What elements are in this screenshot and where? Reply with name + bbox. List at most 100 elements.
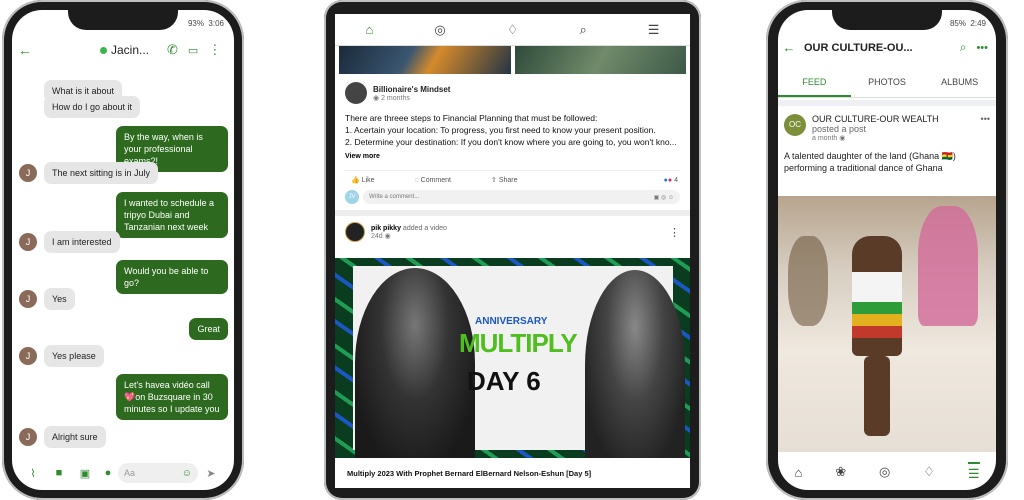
attach-icon[interactable]: ⌇	[20, 467, 46, 480]
contact-avatar[interactable]: J	[19, 347, 37, 365]
chat-icon[interactable]: ◎	[879, 464, 890, 480]
search-icon[interactable]: ⌕	[579, 22, 586, 38]
message-placeholder: Aa	[124, 468, 136, 478]
post1-avatar[interactable]	[345, 82, 367, 104]
microphone-icon[interactable]: ●	[98, 467, 118, 479]
group-post-body: A talented daughter of the land (Ghana 🇬…	[784, 151, 956, 173]
chat-icon[interactable]: ◎	[434, 22, 445, 38]
right-phone: 85% 2:49 ← OUR CULTURE-OU... ⌕ ••• FEED …	[766, 0, 1008, 500]
post2-avatar[interactable]	[345, 222, 365, 242]
post1-body: There are threee steps to Financial Plan…	[345, 113, 677, 147]
groups-icon[interactable]: ❀	[835, 464, 846, 480]
menu-icon[interactable]: ☰	[648, 22, 660, 38]
dancer-body	[852, 236, 902, 356]
menu-icon[interactable]: ☰	[967, 462, 980, 482]
group-avatar[interactable]: OC	[784, 114, 806, 136]
composer-bar: ⌇ ■ ▣ ● Aa ☺ ➤	[12, 460, 234, 486]
share-icon: ⇧	[490, 177, 497, 184]
share-button[interactable]: ⇧ Share	[491, 176, 518, 184]
clock: 3:06	[208, 18, 224, 28]
post2-author[interactable]: pik pikky	[371, 225, 401, 232]
globe-icon: ◉	[839, 135, 846, 142]
background-person	[788, 236, 828, 326]
home-icon[interactable]: ⌂	[366, 22, 374, 37]
group-screen: 85% 2:49 ← OUR CULTURE-OU... ⌕ ••• FEED …	[778, 10, 996, 490]
comment-icon: ◌	[414, 176, 419, 184]
battery-text: 93%	[187, 18, 204, 28]
video-thumbnail[interactable]: Anniversary MULTIPLY DAY 6	[335, 258, 690, 458]
emoji-icon[interactable]: ☺	[182, 468, 192, 479]
phone-call-icon[interactable]: ✆	[167, 42, 178, 58]
left-phone: 93% 3:06 ← Jacin... ✆ ▭ ⋮ What is it abo…	[2, 0, 244, 500]
post2: pik pikky added a video 24d ◉ ⋮	[335, 216, 690, 242]
dance-photo[interactable]	[778, 196, 996, 452]
chat-message[interactable]: Yes	[44, 288, 75, 310]
post1-author[interactable]: Billionaire's Mindset	[373, 85, 450, 94]
chat-message[interactable]: Alright sure	[44, 426, 106, 448]
post1: Billionaire's Mindset ◉ 2 months There a…	[335, 74, 690, 204]
group-header: ← OUR CULTURE-OU... ⌕ •••	[778, 40, 996, 55]
comment-button[interactable]: ◌ Comment	[415, 177, 451, 184]
chat-message[interactable]: Would you be able to go?	[116, 260, 228, 294]
speaker-right-photo	[585, 270, 685, 458]
send-icon[interactable]: ➤	[198, 467, 224, 480]
post1-actions: 👍 Like ◌ Comment ⇧ Share ●● 4	[345, 170, 680, 184]
camera-icon[interactable]: ■	[46, 467, 72, 479]
more-options-icon[interactable]: •••	[976, 42, 988, 54]
home-icon[interactable]: ⌂	[794, 465, 802, 480]
more-options-icon[interactable]: ⋮	[208, 42, 221, 58]
notifications-icon[interactable]: ♢	[507, 22, 519, 38]
post2-options-icon[interactable]: ⋮	[669, 226, 680, 239]
contact-avatar[interactable]: J	[19, 290, 37, 308]
image-icon[interactable]: ▣	[72, 467, 98, 480]
contact-avatar[interactable]: J	[19, 428, 37, 446]
divider	[778, 100, 996, 106]
back-arrow-icon[interactable]: ←	[12, 42, 38, 58]
group-post-action: posted a post	[812, 124, 867, 134]
group-post-options-icon[interactable]: •••	[981, 114, 990, 124]
chat-message[interactable]: I am interested	[44, 231, 120, 253]
bottom-nav: ⌂ ❀ ◎ ♢ ☰	[778, 458, 996, 486]
reactions-count[interactable]: ●● 4	[664, 177, 678, 184]
group-post-author[interactable]: OUR CULTURE-OUR WEALTH	[812, 114, 939, 124]
banner-day: DAY 6	[467, 366, 541, 396]
online-dot-icon	[100, 46, 107, 54]
search-icon[interactable]: ⌕	[960, 40, 967, 55]
notifications-icon[interactable]: ♢	[923, 464, 935, 480]
background-person	[918, 206, 978, 326]
comment-attach-icons[interactable]: ▣ ◎ ☺	[654, 194, 674, 201]
banner-title: MULTIPLY	[459, 328, 578, 358]
tab-feed[interactable]: FEED	[778, 72, 851, 97]
chat-message[interactable]: Let's havea vidéo call 💖on Buzsquare in …	[116, 374, 228, 420]
tab-albums[interactable]: ALBUMS	[923, 72, 996, 97]
chat-message[interactable]: Yes please	[44, 345, 104, 367]
message-input[interactable]: Aa ☺	[118, 463, 198, 483]
view-more-link[interactable]: View more	[345, 153, 680, 160]
group-title[interactable]: OUR CULTURE-OU...	[804, 42, 913, 54]
post1-image-left[interactable]	[339, 46, 511, 74]
speaker-left-photo	[355, 268, 475, 458]
clock: 2:49	[970, 18, 986, 28]
post2-action: added a video	[402, 224, 447, 232]
tab-bar: FEED PHOTOS ALBUMS	[778, 72, 996, 98]
contact-name[interactable]: Jacin...	[111, 43, 149, 57]
dancer-legs	[864, 356, 890, 436]
contact-avatar[interactable]: J	[19, 164, 37, 182]
video-call-icon[interactable]: ▭	[188, 44, 198, 57]
group-post-time: a month	[812, 135, 838, 142]
chat-message[interactable]: The next sitting is in July	[44, 162, 159, 184]
like-button[interactable]: 👍 Like	[351, 176, 375, 184]
chat-message[interactable]: I wanted to schedule a tripyo Dubai and …	[116, 192, 228, 238]
top-nav: ⌂ ◎ ♢ ⌕ ☰	[335, 14, 690, 46]
post1-image-right[interactable]	[514, 46, 686, 74]
chat-message[interactable]: Great	[189, 318, 228, 340]
notch	[68, 10, 178, 30]
chat-message[interactable]: How do I go about it	[44, 96, 141, 118]
comment-placeholder: Write a comment...	[369, 194, 420, 200]
comment-input[interactable]: Write a comment... ▣ ◎ ☺	[363, 190, 680, 204]
video-caption[interactable]: Multiply 2023 With Prophet Bernard ElBer…	[347, 469, 677, 478]
tab-photos[interactable]: PHOTOS	[851, 72, 924, 97]
back-arrow-icon[interactable]: ←	[778, 40, 800, 55]
contact-avatar[interactable]: J	[19, 233, 37, 251]
chat-header: ← Jacin... ✆ ▭ ⋮	[12, 38, 234, 62]
